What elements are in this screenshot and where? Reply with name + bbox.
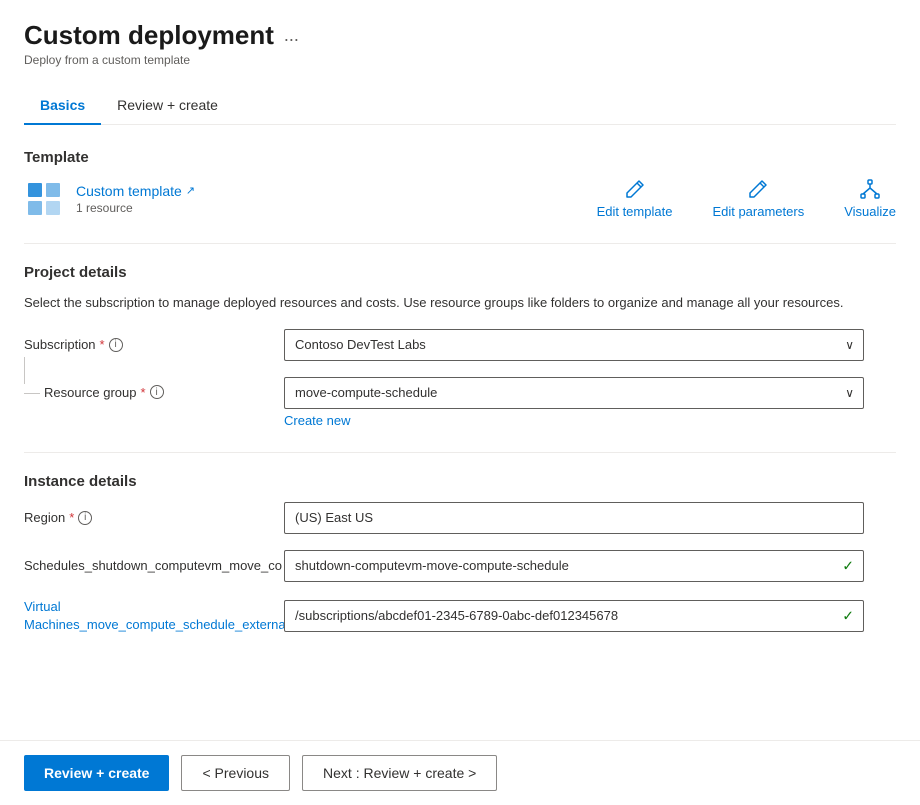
resource-count: 1 resource <box>76 201 195 215</box>
resource-group-dropdown-wrapper: move-compute-schedule <box>284 377 864 409</box>
template-name-link[interactable]: Custom template ↗ <box>76 183 195 199</box>
page-header: Custom deployment ... Deploy from a cust… <box>24 20 896 67</box>
resource-group-info-icon[interactable]: i <box>150 385 164 399</box>
schedules-checkmark-icon: ✓ <box>842 557 854 574</box>
external-link-icon: ↗ <box>186 184 195 197</box>
template-section-title: Template <box>24 149 896 166</box>
tab-review-create[interactable]: Review + create <box>101 87 234 125</box>
virtual-machines-row: Virtual Machines_move_compute_schedule_e… <box>24 598 896 634</box>
region-row: Region * i <box>24 502 896 534</box>
page-subtitle: Deploy from a custom template <box>24 53 896 67</box>
template-actions: Edit template Edit parameters <box>597 178 896 219</box>
virtual-machines-control: /subscriptions/abcdef01-2345-6789-0abc-d… <box>284 600 864 632</box>
footer-bar: Review + create < Previous Next : Review… <box>0 740 920 805</box>
edit-template-button[interactable]: Edit template <box>597 178 673 219</box>
virtual-machines-checkmark-icon: ✓ <box>842 607 854 624</box>
resource-group-indent-container: Resource group * i <box>24 385 284 400</box>
create-new-link[interactable]: Create new <box>284 413 350 428</box>
schedules-shutdown-dropdown[interactable]: shutdown-computevm-move-compute-schedule <box>284 550 864 582</box>
template-section: Template Custom template ↗ <box>24 149 896 219</box>
instance-details-title: Instance details <box>24 473 896 490</box>
ellipsis-menu[interactable]: ... <box>284 25 299 46</box>
template-icon <box>24 179 64 219</box>
review-create-button[interactable]: Review + create <box>24 755 169 791</box>
next-button[interactable]: Next : Review + create > <box>302 755 497 791</box>
project-details-section: Project details Select the subscription … <box>24 264 896 428</box>
template-card: Custom template ↗ 1 resource Edit templa… <box>24 178 896 219</box>
template-info: Custom template ↗ 1 resource <box>76 183 195 215</box>
subscription-info-icon[interactable]: i <box>109 338 123 352</box>
subscription-dropdown-wrapper: Contoso DevTest Labs <box>284 329 864 361</box>
visualize-button[interactable]: Visualize <box>844 178 896 219</box>
resource-group-row: Resource group * i move-compute-schedule… <box>24 377 896 428</box>
schedules-shutdown-dropdown-wrapper: shutdown-computevm-move-compute-schedule… <box>284 550 864 582</box>
resource-group-label: Resource group <box>44 385 137 400</box>
schedules-shutdown-label: Schedules_shutdown_computevm_move_co <box>24 558 284 573</box>
project-details-title: Project details <box>24 264 896 281</box>
resource-group-required: * <box>141 385 146 400</box>
page-title: Custom deployment <box>24 20 274 51</box>
region-input[interactable] <box>284 502 864 534</box>
resource-group-control: move-compute-schedule Create new <box>284 377 864 428</box>
virtual-machines-dropdown[interactable]: /subscriptions/abcdef01-2345-6789-0abc-d… <box>284 600 864 632</box>
resource-group-dropdown[interactable]: move-compute-schedule <box>284 377 864 409</box>
instance-details-section: Instance details Region * i Schedules_sh… <box>24 473 896 634</box>
project-details-desc: Select the subscription to manage deploy… <box>24 293 896 313</box>
subscription-label: Subscription * i <box>24 337 284 352</box>
schedules-shutdown-control: shutdown-computevm-move-compute-schedule… <box>284 550 864 582</box>
virtual-machines-label: Virtual Machines_move_compute_schedule_e… <box>24 598 284 634</box>
subscription-row: Subscription * i Contoso DevTest Labs <box>24 329 896 361</box>
region-label: Region * i <box>24 510 284 525</box>
edit-parameters-button[interactable]: Edit parameters <box>712 178 804 219</box>
subscription-required: * <box>100 337 105 352</box>
region-info-icon[interactable]: i <box>78 511 92 525</box>
tab-basics[interactable]: Basics <box>24 87 101 125</box>
schedules-shutdown-row: Schedules_shutdown_computevm_move_co shu… <box>24 550 896 582</box>
subscription-dropdown[interactable]: Contoso DevTest Labs <box>284 329 864 361</box>
virtual-machines-dropdown-wrapper: /subscriptions/abcdef01-2345-6789-0abc-d… <box>284 600 864 632</box>
region-required: * <box>69 510 74 525</box>
previous-button[interactable]: < Previous <box>181 755 290 791</box>
tab-bar: Basics Review + create <box>24 87 896 125</box>
region-control <box>284 502 864 534</box>
subscription-control: Contoso DevTest Labs <box>284 329 864 361</box>
